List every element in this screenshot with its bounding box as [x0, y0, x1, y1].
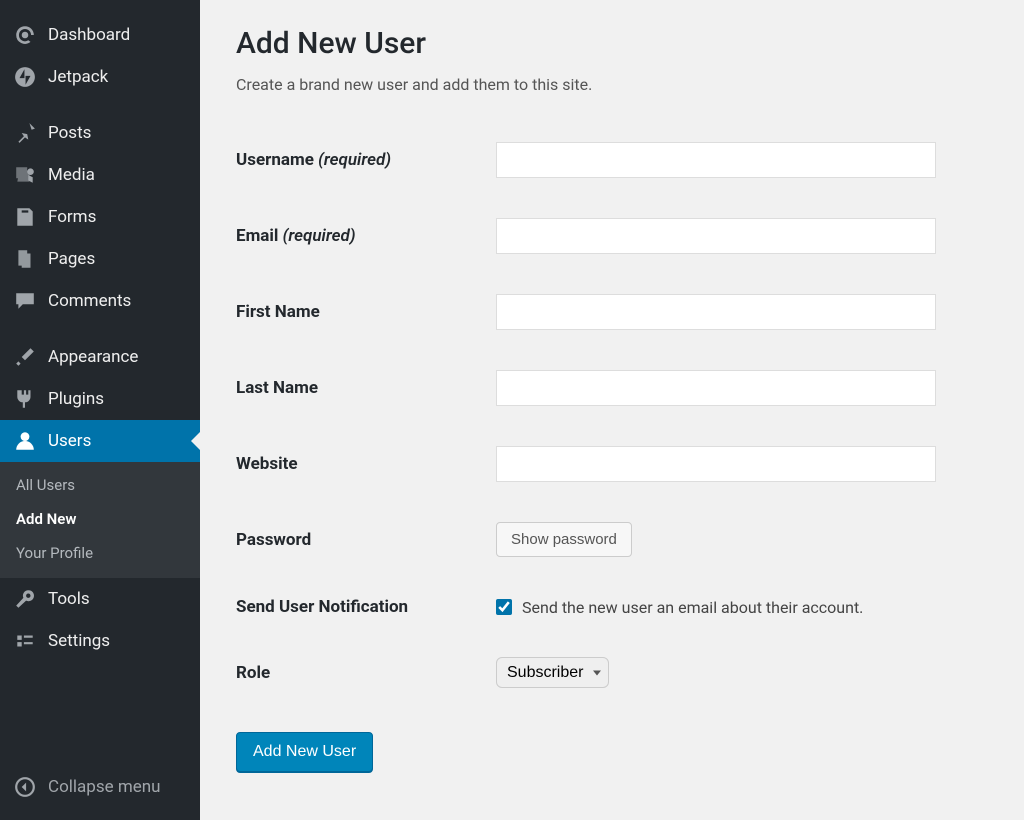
sidebar-item-label: Plugins: [48, 389, 104, 409]
comment-icon: [14, 290, 36, 312]
pin-icon: [14, 122, 36, 144]
notification-checkbox-row[interactable]: Send the new user an email about their a…: [496, 598, 968, 617]
notification-checkbox[interactable]: [496, 599, 512, 615]
settings-icon: [14, 630, 36, 652]
page-title: Add New User: [236, 26, 978, 61]
submenu-item-all-users[interactable]: All Users: [0, 468, 200, 502]
sidebar-item-label: Comments: [48, 291, 131, 311]
sidebar-item-forms[interactable]: Forms: [0, 196, 200, 238]
sidebar-item-label: Posts: [48, 123, 91, 143]
last-name-label: Last Name: [236, 350, 496, 426]
collapse-label: Collapse menu: [48, 777, 161, 797]
sidebar-item-plugins[interactable]: Plugins: [0, 378, 200, 420]
last-name-input[interactable]: [496, 370, 936, 406]
media-icon: [14, 164, 36, 186]
submenu-item-your-profile[interactable]: Your Profile: [0, 536, 200, 570]
notification-checkbox-label: Send the new user an email about their a…: [522, 598, 863, 617]
user-icon: [14, 430, 36, 452]
sidebar-item-comments[interactable]: Comments: [0, 280, 200, 322]
collapse-menu[interactable]: Collapse menu: [0, 764, 200, 820]
sidebar-item-label: Dashboard: [48, 25, 130, 45]
sidebar-item-users[interactable]: Users: [0, 420, 200, 462]
sidebar-item-label: Media: [48, 165, 95, 185]
forms-icon: [14, 206, 36, 228]
sidebar-item-label: Tools: [48, 589, 90, 609]
sidebar-item-label: Settings: [48, 631, 110, 651]
sidebar: Dashboard Jetpack Posts Media Form: [0, 0, 200, 820]
wrench-icon: [14, 588, 36, 610]
sidebar-item-jetpack[interactable]: Jetpack: [0, 56, 200, 98]
role-label: Role: [236, 637, 496, 708]
sidebar-item-pages[interactable]: Pages: [0, 238, 200, 280]
sidebar-item-dashboard[interactable]: Dashboard: [0, 14, 200, 56]
brush-icon: [14, 346, 36, 368]
user-form: Username (required) Email (required) Fir…: [236, 122, 978, 708]
email-label: Email (required): [236, 198, 496, 274]
sidebar-item-posts[interactable]: Posts: [0, 112, 200, 154]
website-input[interactable]: [496, 446, 936, 482]
notification-label: Send User Notification: [236, 577, 496, 637]
first-name-input[interactable]: [496, 294, 936, 330]
plug-icon: [14, 388, 36, 410]
sidebar-item-label: Forms: [48, 207, 96, 227]
page-description: Create a brand new user and add them to …: [236, 75, 978, 94]
password-label: Password: [236, 502, 496, 577]
submenu-item-add-new[interactable]: Add New: [0, 502, 200, 536]
collapse-icon: [14, 776, 36, 798]
users-submenu: All Users Add New Your Profile: [0, 462, 200, 578]
sidebar-item-tools[interactable]: Tools: [0, 578, 200, 620]
dashboard-icon: [14, 24, 36, 46]
pages-icon: [14, 248, 36, 270]
nav-list-bottom: Tools Settings: [0, 578, 200, 662]
email-input[interactable]: [496, 218, 936, 254]
jetpack-icon: [14, 66, 36, 88]
first-name-label: First Name: [236, 274, 496, 350]
role-select[interactable]: Subscriber: [496, 657, 609, 688]
sidebar-item-label: Jetpack: [48, 67, 108, 87]
sidebar-item-label: Appearance: [48, 347, 138, 367]
sidebar-item-appearance[interactable]: Appearance: [0, 336, 200, 378]
sidebar-item-label: Users: [48, 431, 91, 451]
website-label: Website: [236, 426, 496, 502]
username-input[interactable]: [496, 142, 936, 178]
sidebar-item-media[interactable]: Media: [0, 154, 200, 196]
nav-separator: [0, 98, 200, 112]
username-label: Username (required): [236, 122, 496, 198]
main-content: Add New User Create a brand new user and…: [200, 0, 1024, 820]
show-password-button[interactable]: Show password: [496, 522, 632, 557]
nav-separator: [0, 322, 200, 336]
add-new-user-button[interactable]: Add New User: [236, 732, 373, 772]
sidebar-item-settings[interactable]: Settings: [0, 620, 200, 662]
nav-list: Dashboard Jetpack Posts Media Form: [0, 14, 200, 462]
sidebar-item-label: Pages: [48, 249, 95, 269]
role-select-wrap: Subscriber: [496, 657, 609, 688]
